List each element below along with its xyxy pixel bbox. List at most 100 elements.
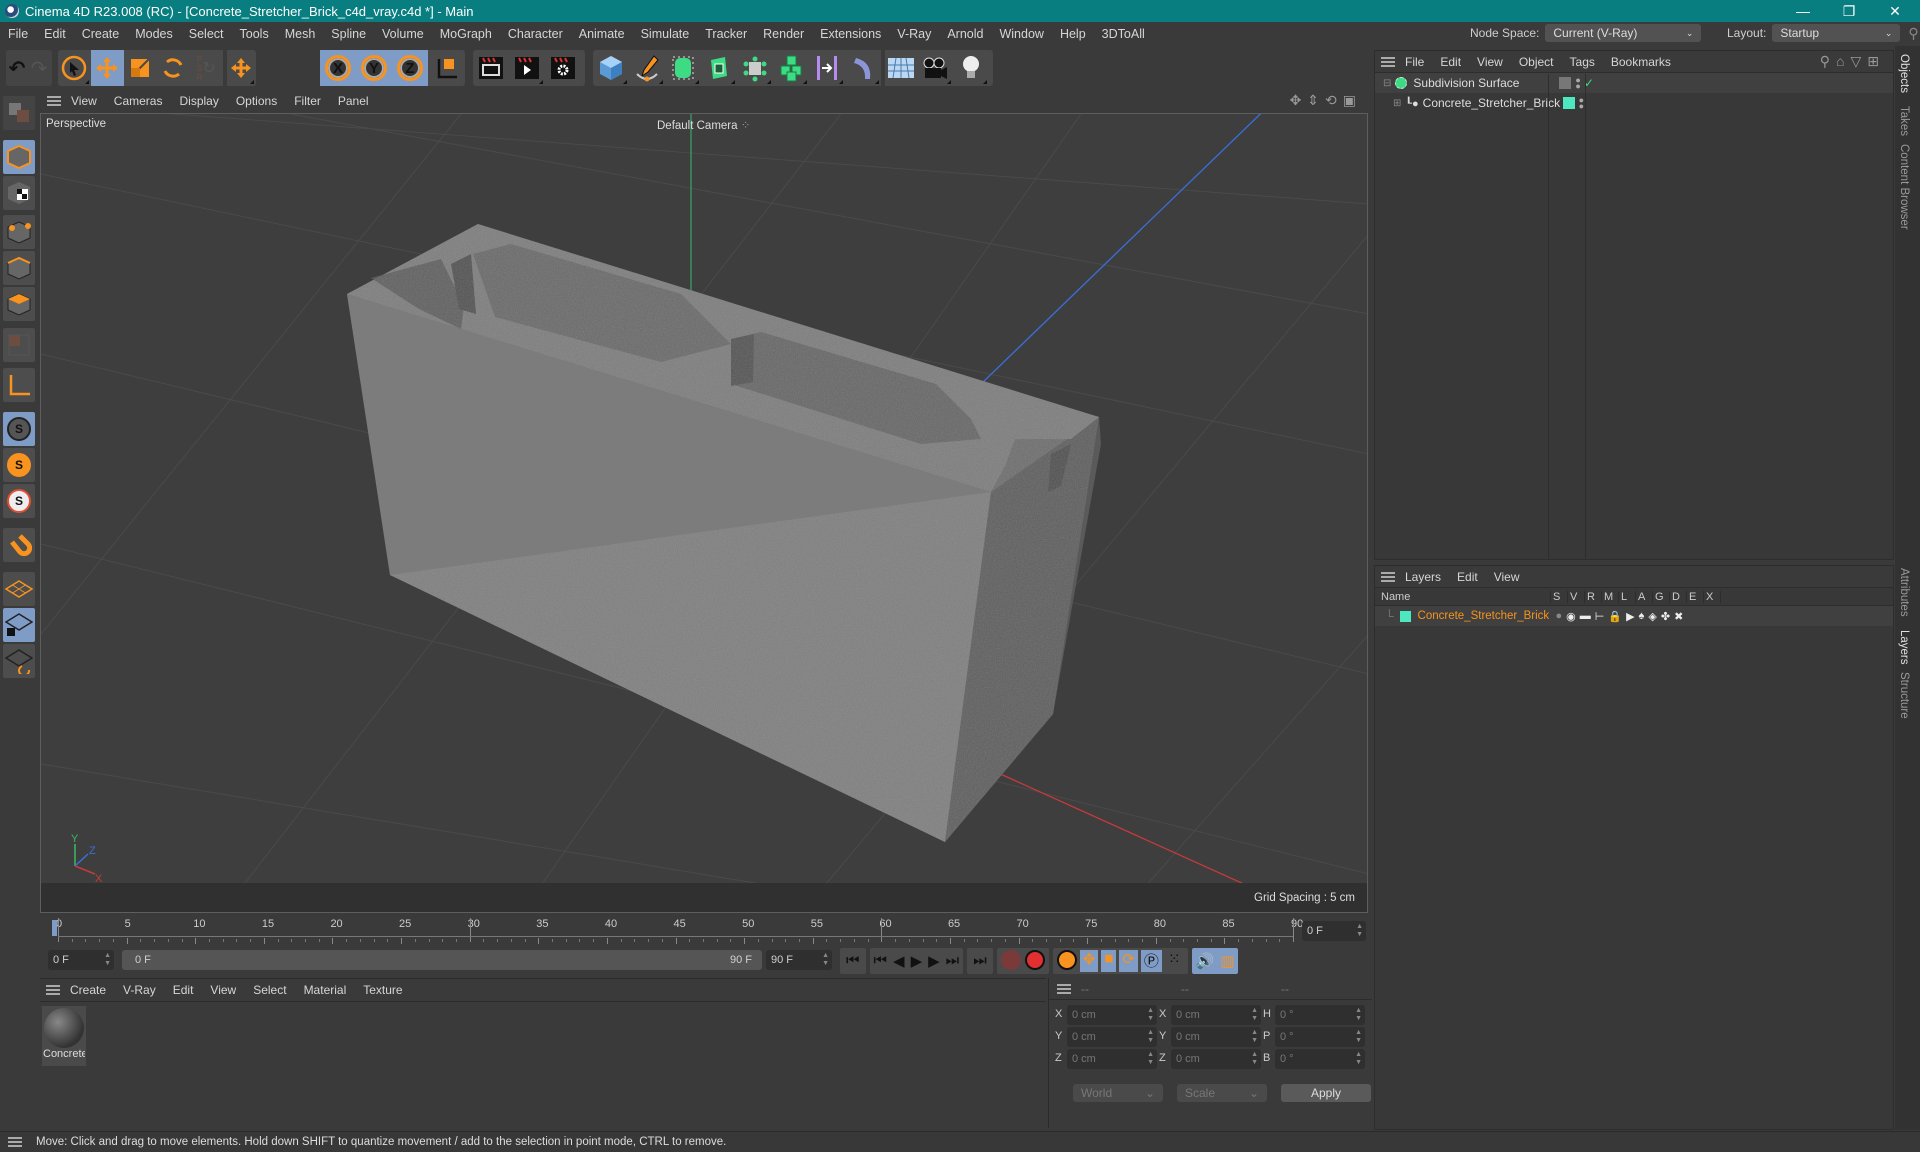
solo-toggle[interactable]: ● (1556, 610, 1563, 623)
snap-button[interactable]: S (3, 412, 35, 446)
xref-icon[interactable]: ✖ (1674, 610, 1683, 623)
coordinate-mode-dropdown[interactable]: World ⌄ (1073, 1084, 1163, 1102)
deformer-button[interactable] (845, 50, 881, 86)
uv-mode-button[interactable] (3, 328, 35, 362)
key-position-button[interactable]: ✥ (1079, 950, 1099, 972)
viewport-nav-icons[interactable]: ✥⇕⟲▣ (1290, 92, 1362, 109)
menu-arnold[interactable]: Arnold (947, 27, 983, 41)
menu-window[interactable]: Window (999, 27, 1043, 41)
render-picture-viewer-button[interactable] (509, 50, 545, 86)
viewport-camera-label[interactable]: Default Camera ⁘ (657, 118, 750, 132)
viewport-menu-cameras[interactable]: Cameras (114, 94, 163, 108)
lock-workplane-button[interactable] (3, 608, 35, 642)
rotate-button[interactable] (157, 50, 190, 86)
menu-render[interactable]: Render (763, 27, 804, 41)
coord-value-field[interactable]: 0 cm ▲ ▼ (1067, 1005, 1157, 1025)
layer-name[interactable]: Concrete_Stretcher_Brick (1418, 610, 1556, 622)
animation-play-icon[interactable]: ▶ (1626, 610, 1634, 623)
menu-vray[interactable]: V-Ray (897, 27, 931, 41)
menu-animate[interactable]: Animate (579, 27, 625, 41)
layer-column-header[interactable]: V (1568, 590, 1585, 603)
start-frame-field[interactable]: 0 F ▲ ▼ (48, 950, 114, 970)
material-menu-material[interactable]: Material (304, 983, 347, 997)
objects-hamburger-icon[interactable] (1381, 56, 1395, 67)
mograph-button[interactable] (773, 50, 809, 86)
cube-button[interactable] (593, 50, 629, 86)
z-axis-button[interactable]: Z (392, 50, 428, 86)
floor-button[interactable] (881, 50, 917, 86)
coord-value-field[interactable]: 0 cm ▲ ▼ (1171, 1005, 1261, 1025)
render-settings-button[interactable] (545, 50, 581, 86)
viewport-menu-filter[interactable]: Filter (294, 94, 321, 108)
3d-viewport[interactable]: Y Z X Perspective Default Camera ⁘ Grid … (40, 113, 1368, 913)
key-pla-button[interactable]: ⁙ (1165, 950, 1184, 972)
expand-icon[interactable]: ⊞ (1393, 98, 1401, 109)
undo-button[interactable]: ↶ (6, 50, 28, 86)
generators-icon[interactable]: ♠ (1639, 610, 1645, 623)
objects-menu-bookmarks[interactable]: Bookmarks (1611, 55, 1671, 69)
menu-create[interactable]: Create (82, 27, 120, 41)
menu-spline[interactable]: Spline (331, 27, 366, 41)
layer-column-header[interactable]: A (1636, 590, 1653, 603)
tab-content-browser[interactable]: Content Browser (1898, 144, 1910, 230)
coordinates-hamburger-icon[interactable] (1057, 983, 1071, 994)
layer-column-header[interactable]: Name (1379, 590, 1551, 603)
coord-value-field[interactable]: 0 cm ▲ ▼ (1067, 1027, 1157, 1047)
object-name[interactable]: Concrete_Stretcher_Brick (1423, 96, 1560, 110)
objects-menu-edit[interactable]: Edit (1440, 55, 1461, 69)
autokey-button[interactable] (1024, 950, 1045, 970)
keyframe-selection-button[interactable] (1056, 950, 1077, 970)
menu-edit[interactable]: Edit (44, 27, 66, 41)
psr-lock-button[interactable]: P S R ↻ (190, 50, 223, 86)
menu-tracker[interactable]: Tracker (705, 27, 747, 41)
coord-value-field[interactable]: 0 cm ▲ ▼ (1171, 1027, 1261, 1047)
node-space-dropdown[interactable]: Current (V-Ray) ⌄ (1545, 24, 1702, 42)
coordinate-system-button[interactable] (428, 50, 464, 86)
status-hamburger-icon[interactable] (8, 1137, 22, 1147)
menu-extensions[interactable]: Extensions (820, 27, 881, 41)
apply-button[interactable]: Apply (1281, 1084, 1371, 1102)
symmetry-button[interactable] (809, 50, 845, 86)
menu-volume[interactable]: Volume (382, 27, 424, 41)
timeline-ruler[interactable]: 0 5 10 15 20 25 30 35 40 45 50 55 60 65 70 75 80 85 90 0 F… (40, 914, 1368, 950)
visibility-dots[interactable]: ● ● (1579, 96, 1584, 111)
menu-character[interactable]: Character (508, 27, 563, 41)
menu-simulate[interactable]: Simulate (641, 27, 690, 41)
layer-column-header[interactable]: E (1687, 590, 1704, 603)
material-hamburger-icon[interactable] (46, 985, 60, 995)
layers-menu-layers[interactable]: Layers (1405, 570, 1441, 584)
layer-row[interactable]: └ Concrete_Stretcher_Brick ● ◉ ▬ ⊢ 🔒 ▶ ♠… (1375, 606, 1893, 626)
layer-color-swatch[interactable] (1399, 610, 1411, 622)
align-workplane-button[interactable] (3, 644, 35, 678)
polygon-mode-button[interactable] (3, 287, 35, 321)
redo-button[interactable]: ↷ (28, 50, 50, 86)
restore-button[interactable]: ❐ (1826, 0, 1872, 22)
playhead[interactable] (52, 920, 57, 936)
layer-column-header[interactable]: G (1653, 590, 1670, 603)
objects-toolbar-icons[interactable]: ⚲⌂▽⊞ (1820, 53, 1885, 70)
subdivision-surface-button[interactable] (665, 50, 701, 86)
point-mode-button[interactable] (3, 215, 35, 249)
visibility-dots[interactable]: ● ● (1575, 76, 1580, 91)
go-to-start-button[interactable]: ⏮ (840, 948, 866, 974)
material-menu-vray[interactable]: V-Ray (123, 983, 156, 997)
x-axis-button[interactable]: X (320, 50, 356, 86)
prev-keyframe-button[interactable]: ⏮ (874, 952, 888, 970)
layer-column-header[interactable]: S (1551, 590, 1568, 603)
next-keyframe-button[interactable]: ⏭ (946, 952, 960, 970)
coord-value-field[interactable]: 0 ° ▲ ▼ (1275, 1049, 1365, 1069)
current-frame-field[interactable]: 0 F ▲ ▼ (1302, 921, 1366, 941)
material-swatch[interactable]: Concrete (42, 1006, 86, 1066)
tab-objects[interactable]: Objects (1898, 54, 1910, 93)
magnet-button[interactable] (3, 528, 35, 562)
object-name[interactable]: Subdivision Surface (1413, 76, 1551, 90)
layers-menu-edit[interactable]: Edit (1457, 570, 1478, 584)
pen-spline-button[interactable] (629, 50, 665, 86)
layer-color-tag[interactable] (1562, 97, 1575, 109)
coord-value-field[interactable]: 0 ° ▲ ▼ (1275, 1005, 1365, 1025)
objects-menu-view[interactable]: View (1477, 55, 1503, 69)
menu-help[interactable]: Help (1060, 27, 1086, 41)
coord-value-field[interactable]: 0 cm ▲ ▼ (1067, 1049, 1157, 1069)
viewport-menu-display[interactable]: Display (179, 94, 218, 108)
layer-column-header[interactable]: M (1602, 590, 1619, 603)
